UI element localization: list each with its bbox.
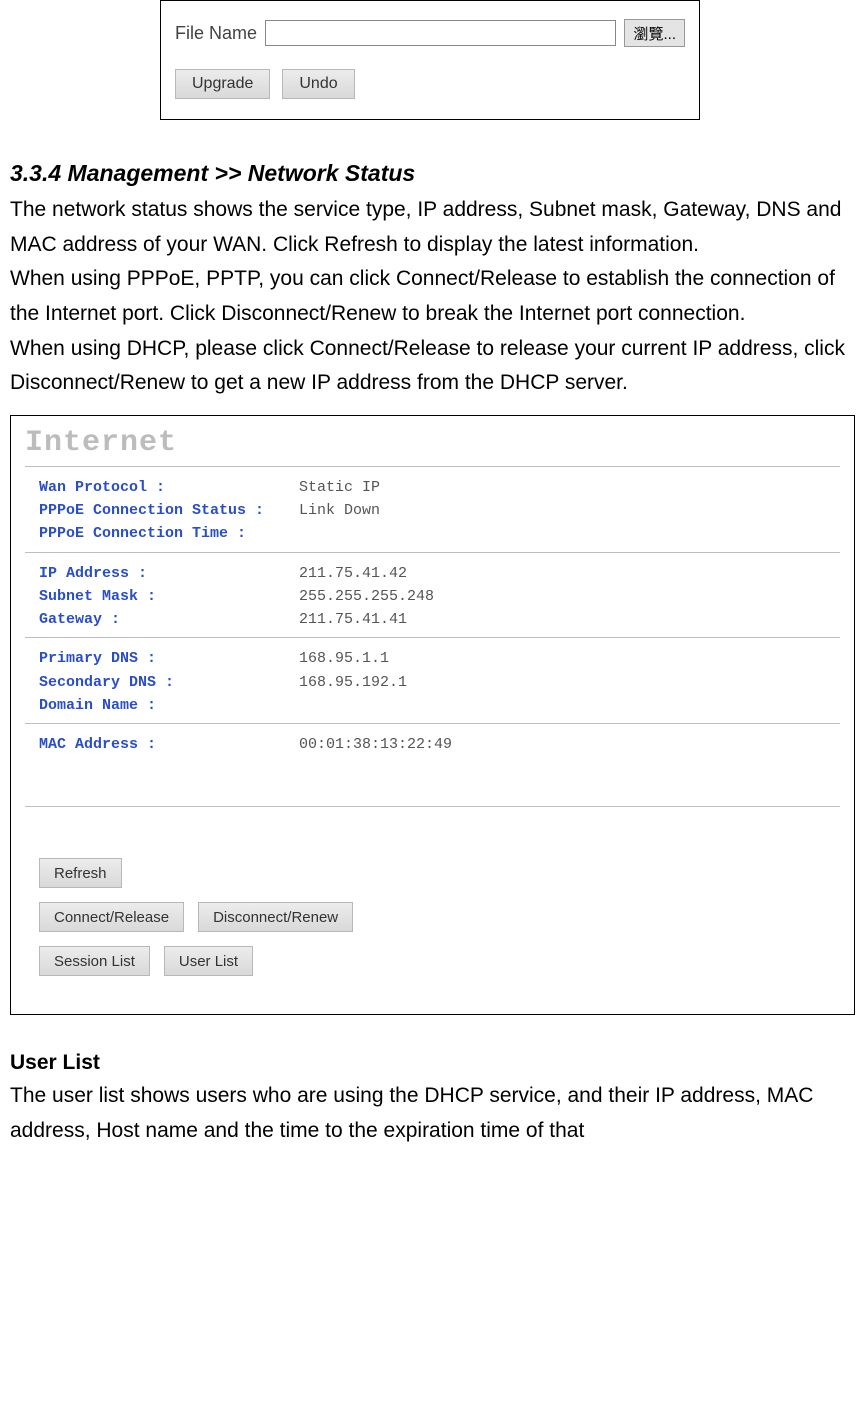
status-row: IP Address :211.75.41.42 [25, 562, 840, 585]
user-list-para: The user list shows users who are using … [10, 1079, 857, 1148]
section-para-3: When using DHCP, please click Connect/Re… [10, 332, 857, 401]
divider [25, 637, 840, 639]
status-value: 211.75.41.41 [299, 608, 407, 631]
status-label: Gateway : [39, 608, 299, 631]
section-para-1: The network status shows the service typ… [10, 193, 857, 262]
status-label: Subnet Mask : [39, 585, 299, 608]
section-heading: 3.3.4 Management >> Network Status [10, 160, 857, 187]
status-label: PPPoE Connection Status : [39, 499, 299, 522]
connect-release-button[interactable]: Connect/Release [39, 902, 184, 932]
status-label: MAC Address : [39, 733, 299, 756]
user-list-button[interactable]: User List [164, 946, 253, 976]
status-row: Gateway :211.75.41.41 [25, 608, 840, 631]
status-row: PPPoE Connection Time : [25, 522, 840, 545]
status-row: Domain Name : [25, 694, 840, 717]
upload-panel: File Name 瀏覽... Upgrade Undo [160, 0, 700, 120]
status-label: Secondary DNS : [39, 671, 299, 694]
status-label: Domain Name : [39, 694, 299, 717]
file-name-input[interactable] [265, 20, 616, 46]
refresh-button[interactable]: Refresh [39, 858, 122, 888]
status-value: Static IP [299, 476, 380, 499]
file-name-label: File Name [175, 23, 257, 44]
status-row: Primary DNS :168.95.1.1 [25, 647, 840, 670]
session-list-button[interactable]: Session List [39, 946, 150, 976]
section-para-2: When using PPPoE, PPTP, you can click Co… [10, 262, 857, 331]
status-value: 168.95.1.1 [299, 647, 389, 670]
divider [25, 806, 840, 808]
internet-title: Internet [25, 426, 840, 460]
status-value: 168.95.192.1 [299, 671, 407, 694]
user-list-heading: User List [10, 1051, 857, 1075]
status-label: PPPoE Connection Time : [39, 522, 299, 545]
status-label: IP Address : [39, 562, 299, 585]
status-value: 255.255.255.248 [299, 585, 434, 608]
status-label: Primary DNS : [39, 647, 299, 670]
divider [25, 552, 840, 554]
divider [25, 466, 840, 468]
disconnect-renew-button[interactable]: Disconnect/Renew [198, 902, 353, 932]
status-row: MAC Address :00:01:38:13:22:49 [25, 733, 840, 756]
status-value: Link Down [299, 499, 380, 522]
divider [25, 723, 840, 725]
status-row: Wan Protocol :Static IP [25, 476, 840, 499]
undo-button[interactable]: Undo [282, 69, 354, 99]
status-row: Secondary DNS :168.95.192.1 [25, 671, 840, 694]
status-label: Wan Protocol : [39, 476, 299, 499]
upgrade-button[interactable]: Upgrade [175, 69, 270, 99]
status-value: 211.75.41.42 [299, 562, 407, 585]
internet-status-panel: Internet Wan Protocol :Static IP PPPoE C… [10, 415, 855, 1016]
status-row: PPPoE Connection Status :Link Down [25, 499, 840, 522]
status-value: 00:01:38:13:22:49 [299, 733, 452, 756]
status-row: Subnet Mask :255.255.255.248 [25, 585, 840, 608]
browse-button[interactable]: 瀏覽... [624, 19, 685, 47]
